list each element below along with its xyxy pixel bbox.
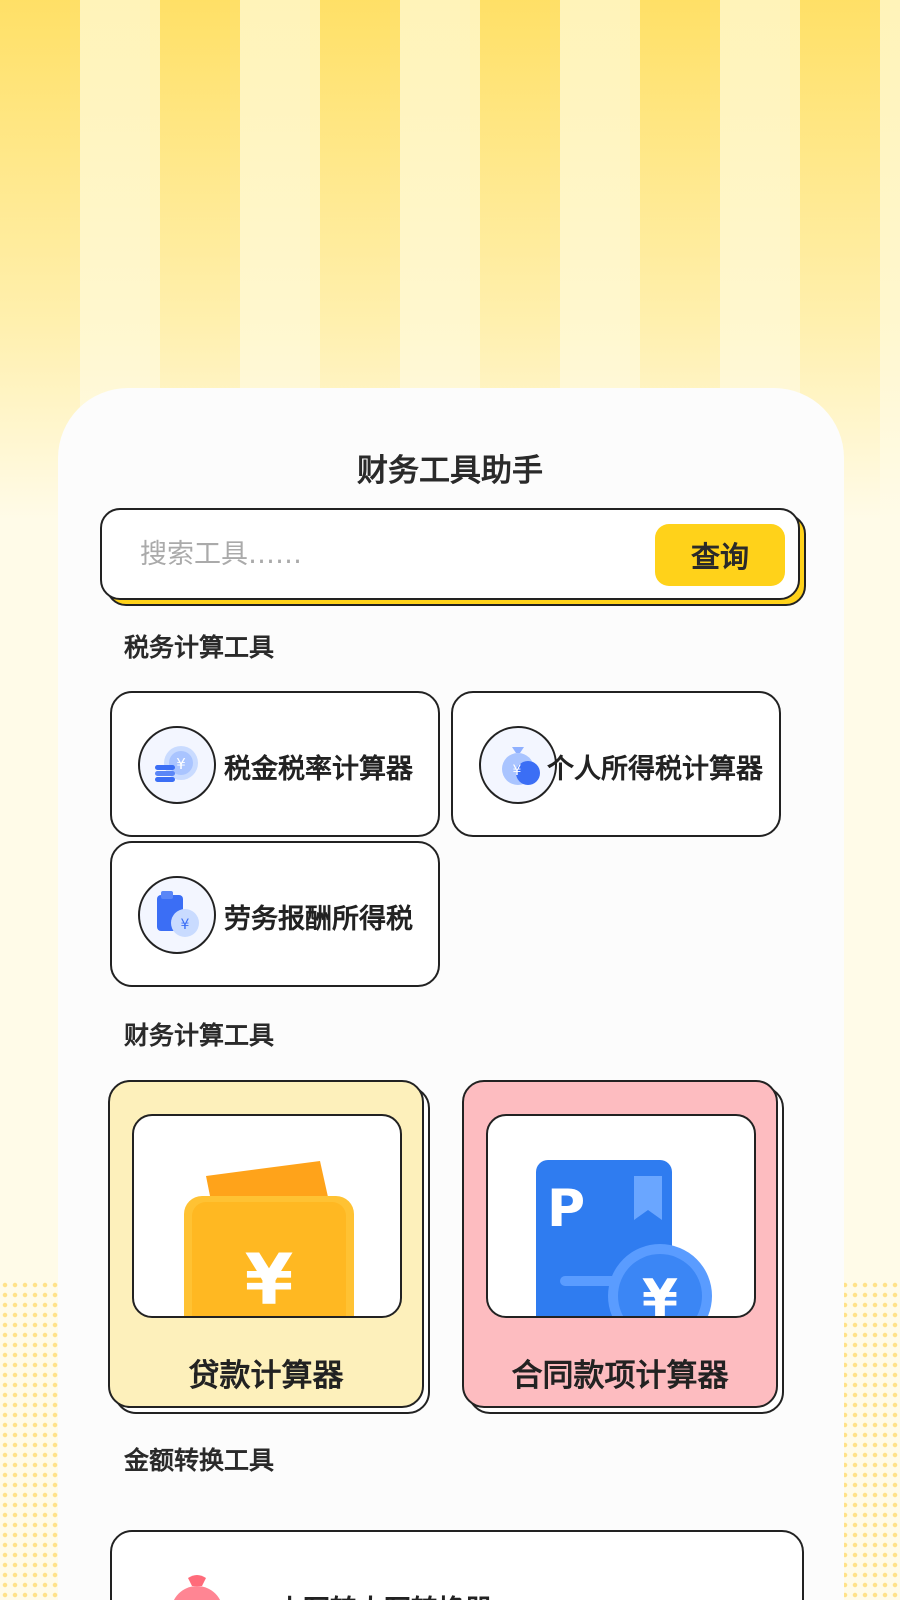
tool-label: 劳务报酬所得税: [224, 903, 413, 935]
dot-pattern-right: [840, 1280, 900, 1600]
contract-yen-icon: P ¥: [486, 1114, 756, 1318]
search-bar: 查询: [100, 508, 800, 600]
tool-label: 贷款计算器: [188, 1358, 344, 1394]
search-input[interactable]: [140, 532, 620, 576]
money-bag-icon: ¥: [479, 726, 557, 804]
tool-label: 个人所得税计算器: [547, 753, 763, 785]
svg-text:P: P: [547, 1179, 585, 1239]
tool-contract-payment-calculator[interactable]: P ¥ 合同款项计算器: [462, 1080, 778, 1408]
search-button[interactable]: 查询: [655, 524, 785, 586]
tool-labor-income-tax[interactable]: ¥ 劳务报酬所得税: [110, 841, 440, 987]
section-label-finance: 财务计算工具: [124, 1021, 275, 1050]
dot-pattern-left: [0, 1280, 60, 1600]
tool-label: 合同款项计算器: [511, 1358, 729, 1394]
svg-text:¥: ¥: [176, 755, 186, 773]
section-label-conversion: 金额转换工具: [124, 1446, 275, 1475]
tool-income-tax-calculator[interactable]: ¥ 个人所得税计算器: [451, 691, 781, 837]
document-yen-icon: ¥: [138, 876, 216, 954]
tool-loan-calculator[interactable]: ¥ 贷款计算器: [108, 1080, 424, 1408]
tool-amount-converter[interactable]: 小写转大写转换器: [110, 1530, 804, 1600]
svg-text:¥: ¥: [513, 763, 522, 779]
tool-label: 小写转大写转换器: [276, 1588, 492, 1600]
svg-text:¥: ¥: [245, 1239, 294, 1318]
red-money-bag-icon: [162, 1572, 232, 1600]
svg-text:¥: ¥: [642, 1269, 678, 1318]
coins-icon: ¥: [138, 726, 216, 804]
svg-text:¥: ¥: [181, 917, 190, 933]
page-title: 财务工具助手: [357, 453, 543, 489]
tool-tax-rate-calculator[interactable]: ¥ 税金税率计算器: [110, 691, 440, 837]
wallet-yen-icon: ¥: [132, 1114, 402, 1318]
section-label-tax: 税务计算工具: [124, 633, 275, 662]
tool-label: 税金税率计算器: [224, 753, 413, 785]
